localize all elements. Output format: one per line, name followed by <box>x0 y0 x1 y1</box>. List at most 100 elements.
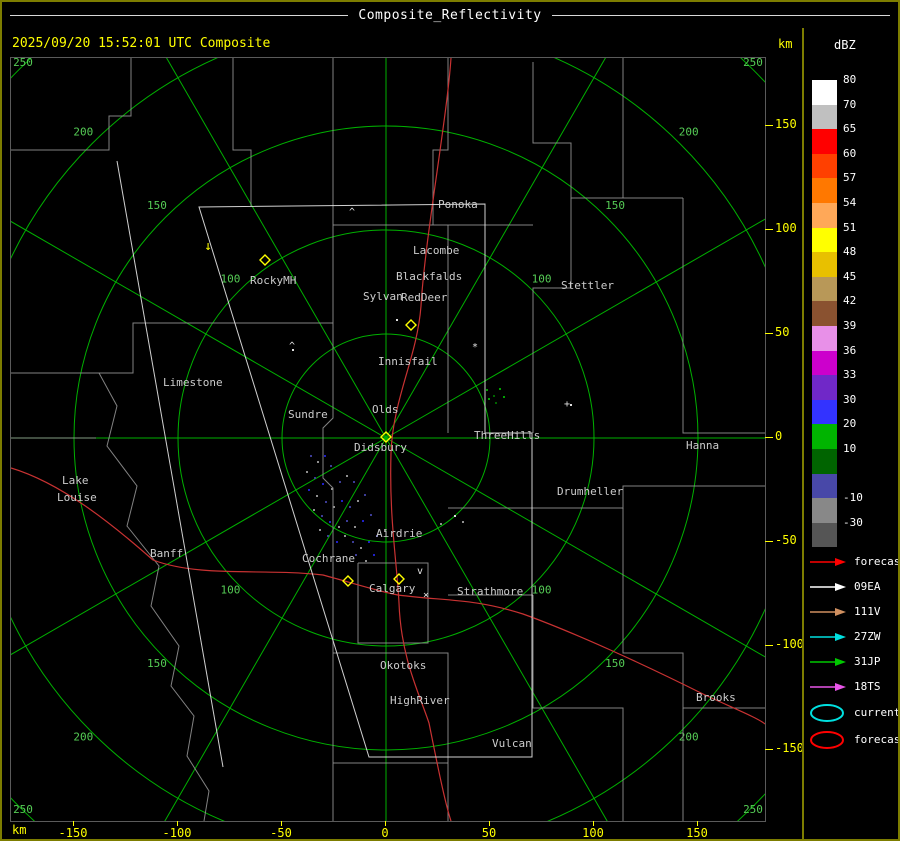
city-label: Hanna <box>686 439 719 452</box>
range-label: 250 <box>743 803 763 816</box>
dbz-band-label: 51 <box>843 220 857 234</box>
radar-echo <box>308 489 310 491</box>
radar-echo <box>352 541 354 543</box>
range-label: 100 <box>220 272 240 285</box>
city-label: Brooks <box>696 691 736 704</box>
radar-map[interactable]: 100 100 100 100 150 150 150 150 200 200 200 200 250 2… <box>10 57 766 822</box>
track-arrow-icon <box>810 557 846 566</box>
dbz-band-label: 10 <box>843 441 857 455</box>
axis-tick <box>765 749 773 750</box>
range-label: 150 <box>605 657 625 670</box>
dbz-band-label: 80 <box>843 72 857 86</box>
city-label: Blackfalds <box>396 270 462 283</box>
radar-echo <box>362 520 364 522</box>
track-arrow-icon <box>810 657 846 666</box>
radar-window: Composite_Reflectivity 2025/09/20 15:52:… <box>0 0 900 841</box>
city-label: Lacombe <box>413 244 459 257</box>
radar-echo <box>353 481 355 483</box>
dbz-band-label: 65 <box>843 122 857 136</box>
radar-echo <box>324 455 326 457</box>
radar-echo <box>344 535 346 537</box>
radar-echo <box>373 554 375 556</box>
radar-echo <box>346 475 348 477</box>
radar-echo <box>454 515 456 517</box>
dbz-band <box>812 350 837 376</box>
radar-echo <box>313 509 315 511</box>
track-label: 111V <box>854 605 881 618</box>
dbz-band <box>812 276 837 302</box>
ellipse-label: current <box>854 706 900 719</box>
boundary-line <box>322 58 334 821</box>
radar-echo <box>329 521 331 523</box>
radar-echo <box>364 494 366 496</box>
axis-label: 150 <box>775 117 797 131</box>
map-symbol: v <box>417 566 423 577</box>
radar-echo <box>570 404 572 406</box>
axis-tick <box>765 645 773 646</box>
radar-echo <box>355 554 357 556</box>
axis-label: -150 <box>58 826 88 840</box>
storm-cell-marker[interactable] <box>405 319 417 331</box>
radar-echo <box>325 501 327 503</box>
dbz-band <box>812 473 837 499</box>
dbz-band <box>812 80 837 105</box>
dbz-band-label: 48 <box>843 245 857 259</box>
range-label: 200 <box>73 731 93 744</box>
dbz-band <box>812 326 837 351</box>
city-label: Stettler <box>561 279 614 292</box>
range-label: 200 <box>73 125 93 138</box>
dbz-band-label: -30 <box>843 515 863 529</box>
boundary-line <box>11 322 238 374</box>
track-label: forecast <box>854 555 900 568</box>
radar-echo <box>396 319 398 321</box>
range-spoke <box>166 58 387 439</box>
radar-echo <box>321 515 323 517</box>
dbz-band <box>812 449 837 474</box>
range-label: 250 <box>13 803 33 816</box>
track-legend-row: 09EA <box>808 574 898 599</box>
dbz-band <box>812 252 837 277</box>
colorbar: 80 70 65 60 57 54 51 48 45 42 39 36 33 30 20 10 -10 -30 <box>812 73 892 554</box>
title-bar: Composite_Reflectivity <box>2 2 898 28</box>
city-label: Olds <box>372 403 399 416</box>
radar-echo <box>319 529 321 531</box>
dbz-band <box>812 522 837 548</box>
dbz-band <box>812 424 837 449</box>
axis-tick <box>765 437 773 438</box>
radar-echo <box>336 541 338 543</box>
dbz-band <box>812 399 837 425</box>
track-label: 31JP <box>854 655 881 668</box>
dbz-band-label: 42 <box>843 294 857 308</box>
dbz-band-label: 39 <box>843 318 857 332</box>
storm-cell-marker[interactable] <box>259 254 271 266</box>
city-label: RockyMH <box>250 274 296 287</box>
boundary-line <box>532 198 572 433</box>
axis-label: 150 <box>686 826 708 840</box>
track-arrow-icon <box>810 632 846 641</box>
city-label: Cochrane <box>302 552 355 565</box>
track-arrow-icon <box>810 607 846 616</box>
ellipse-label: forecast <box>854 733 900 746</box>
axis-label: 100 <box>582 826 604 840</box>
city-label: Lake <box>62 474 89 487</box>
radar-echo <box>346 520 348 522</box>
window-title: Composite_Reflectivity <box>358 7 542 23</box>
map-symbol: ^ <box>349 207 355 218</box>
axis-tick <box>765 333 773 334</box>
radar-echo <box>339 481 341 483</box>
radar-echo <box>310 455 312 457</box>
dbz-band <box>812 104 837 130</box>
range-label: 150 <box>147 657 167 670</box>
dbz-band-label: 70 <box>843 97 857 111</box>
range-label: 100 <box>532 272 552 285</box>
track-label: 18TS <box>854 680 881 693</box>
boundary-line <box>232 58 252 206</box>
highway-line <box>11 467 765 725</box>
radar-echo <box>503 396 505 398</box>
track-legend-row: 31JP <box>808 649 898 674</box>
radar-echo <box>486 389 488 391</box>
dbz-band <box>812 301 837 326</box>
city-label: ThreeHills <box>474 429 540 442</box>
ellipse-legend-row: current <box>808 699 900 726</box>
city-label: Airdrie <box>376 527 422 540</box>
